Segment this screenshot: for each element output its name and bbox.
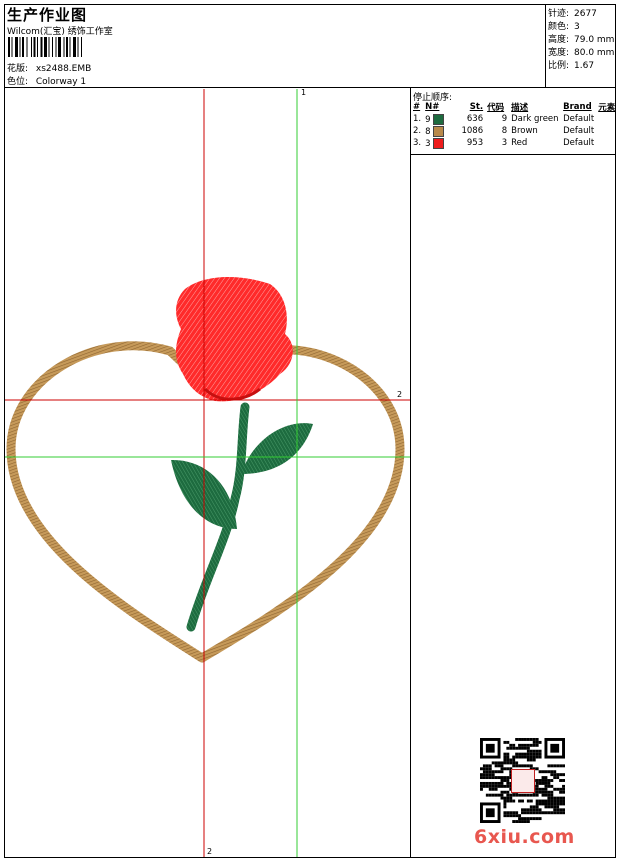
colorway-row: 色位: Colorway 1 [7, 74, 86, 87]
col-stitches: St. [469, 102, 484, 112]
table-header: # N# St. 代码 描述 Brand 元素 [411, 101, 618, 113]
table-row: 3. 3 953 3 Red Default [413, 137, 595, 149]
col-brand: Brand [563, 102, 592, 112]
col-needle: N# [425, 102, 440, 112]
colorway: Colorway 1 [35, 77, 87, 87]
page-title: 生产作业图 [7, 6, 88, 24]
spec-width: 宽度: 80.0 mm [548, 48, 615, 58]
col-code: 代码 [487, 103, 505, 113]
table-row: 1. 9 636 9 Dark green Default [413, 113, 595, 125]
color-swatch [433, 137, 445, 149]
col-desc: 描述 [511, 103, 529, 113]
panel-divider [410, 87, 411, 858]
spec-height: 高度: 79.0 mm [548, 35, 615, 45]
spec-scale: 比例: 1.67 [548, 61, 595, 71]
guide-label-green: 1 [301, 88, 307, 97]
design-label: 花版: [7, 64, 29, 74]
color-swatch [433, 113, 445, 125]
rose-head [176, 277, 293, 402]
stop-sequence-table: # N# St. 代码 描述 Brand 元素 1. 9 636 9 Dark … [411, 101, 618, 149]
embroidery-design-canvas [5, 89, 410, 857]
watermark: 6xiu.com [474, 826, 575, 848]
design-file-row: 花版: xs2488.EMB [7, 61, 91, 74]
spec-stitches: 针迹: 2677 [548, 9, 597, 19]
spec-divider [545, 4, 546, 88]
software-name: Wilcom(汇宝) 绣饰工作室 [7, 27, 113, 37]
color-swatch [433, 125, 445, 137]
table-row: 2. 8 1086 8 Brown Default [413, 125, 595, 137]
spec-colors: 颜色: 3 [548, 22, 580, 32]
guide-label-red-h: 2 [397, 390, 403, 399]
design-file: xs2488.EMB [35, 64, 92, 74]
guide-label-red-v: 2 [207, 847, 213, 856]
colorway-label: 色位: [7, 77, 29, 87]
leaf-right [241, 423, 313, 474]
panel-table-divider [410, 154, 616, 155]
seal-icon [511, 769, 535, 793]
header-divider [4, 87, 616, 88]
barcode [8, 37, 82, 57]
col-index: # [413, 102, 421, 112]
col-element: 元素 [598, 103, 616, 113]
